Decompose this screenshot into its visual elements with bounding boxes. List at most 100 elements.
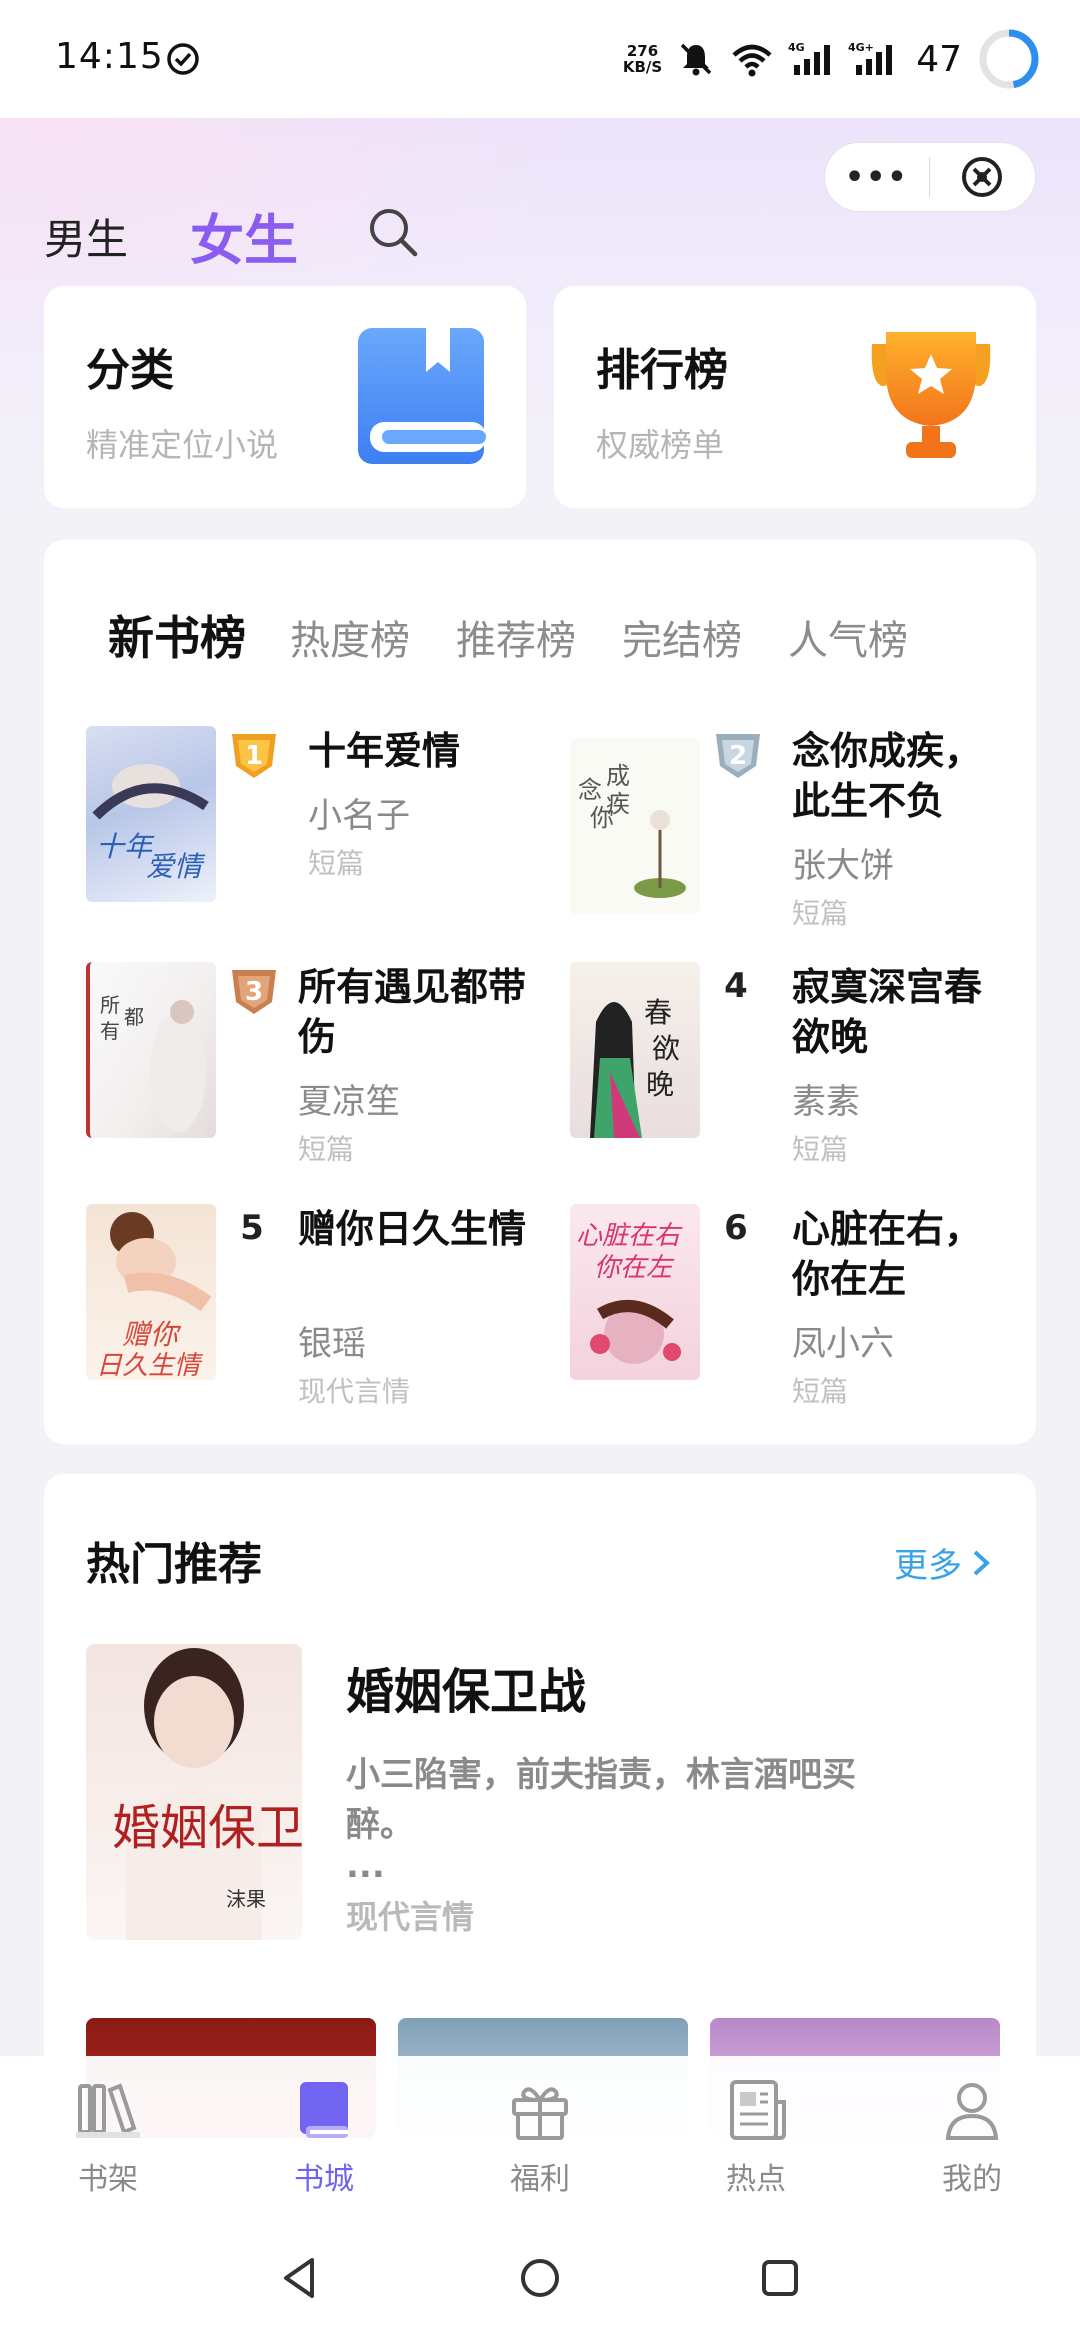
status-bar: 14:15 276 KB/S 4G 4G+ 47 [0,0,1080,118]
bookstore-icon [300,2082,348,2138]
chevron-right-icon [973,1550,990,1575]
back-icon[interactable] [276,2254,324,2302]
hot-book-title[interactable]: 婚姻保卫战 [346,1652,586,1722]
svg-text:所: 所 [100,993,120,1017]
book-cover: 所有都 [86,962,216,1138]
book-tag: 现代言情 [298,1375,411,1408]
more-label: 更多 [894,1546,962,1586]
search-icon[interactable] [365,204,421,260]
ranking-book-5[interactable]: 赠你 日久生情 5 赠你日久生情 银瑶 现代言情 [86,1204,546,1408]
ranking-book-3[interactable]: 所有都 3 所有遇见都带伤 夏凉笙 短篇 [86,962,546,1166]
news-icon [730,2080,786,2140]
book-author: 小名子 [308,796,410,836]
svg-text:心脏在右: 心脏在右 [576,1221,683,1251]
tab-female[interactable]: 女生 [190,196,298,275]
net-speed-value: 276 [626,42,659,60]
book-tag: 短篇 [308,847,365,880]
tab-completed[interactable]: 完结榜 [622,608,742,666]
ranking-book-1[interactable]: 十年 爱情 1 十年爱情 小名子 短篇 [86,726,546,926]
book-tag: 短篇 [792,1375,849,1408]
ranking-card[interactable]: 排行榜 权威榜单 [554,286,1036,508]
tab-male[interactable]: 男生 [44,206,128,267]
svg-text:成: 成 [606,762,630,790]
ranking-subtitle: 权威榜单 [596,426,725,464]
tab-new-books[interactable]: 新书榜 [108,602,246,668]
svg-text:爱情: 爱情 [146,850,206,883]
book-tag: 短篇 [298,1133,355,1166]
category-card[interactable]: 分类 精准定位小说 [44,286,526,508]
book-title: 十年爱情 [308,729,461,773]
svg-text:你在左: 你在左 [594,1253,675,1283]
book-title: 念你成疾，此生不负 [792,729,983,823]
recents-icon[interactable] [756,2254,804,2302]
tab-popular[interactable]: 人气榜 [788,608,908,666]
ranking-board: 新书榜 热度榜 推荐榜 完结榜 人气榜 十年 爱情 1 十年爱情 小名子 短篇 念… [44,540,1036,1444]
tab-recommend[interactable]: 推荐榜 [456,608,576,666]
battery-ring-icon [979,29,1039,89]
nav-label: 我的 [942,2162,1002,2197]
ranking-book-2[interactable]: 念成你疾 2 念你成疾，此生不负 张大饼 短篇 [570,726,1030,966]
trophy-icon [871,332,991,458]
svg-text:疾: 疾 [606,790,630,818]
nav-label: 书城 [294,2162,354,2197]
rank-gold-badge-icon: 1 [232,734,276,778]
book-author: 夏凉笙 [298,1082,400,1122]
book-cover: 十年 爱情 [86,726,216,902]
bookshelf-icon [76,2083,140,2138]
book-author: 银瑶 [298,1324,366,1364]
svg-text:2: 2 [729,741,747,771]
tab-hot[interactable]: 热度榜 [290,608,410,666]
ranking-title: 排行榜 [596,345,728,396]
net-speed-unit: KB/S [622,58,663,76]
signal-icon-2: 4G+ [848,41,893,75]
book-author: 素素 [792,1082,860,1122]
mute-bell-icon [680,43,712,76]
nav-welfare[interactable]: 福利 [460,2074,620,2198]
ranking-book-4[interactable]: 春欲晚 4 寂寞深宫春欲晚 素素 短篇 [570,962,1030,1166]
hot-book-cover[interactable]: 婚姻保卫战 沫果 [86,1644,302,1940]
book-tag: 短篇 [792,1133,849,1166]
cover-title-text: 婚姻保卫战 [112,1800,302,1856]
book-cover: 心脏在右 你在左 [570,1204,700,1380]
svg-text:念: 念 [578,776,602,804]
hot-book-desc: 小三陷害，前夫指责，林言酒吧买醉。 [346,1755,856,1845]
signal-icon: 4G [788,41,831,75]
mini-program-capsule: ••• [824,142,1036,212]
book-title: 寂寞深宫春欲晚 [792,965,983,1059]
svg-text:春: 春 [644,996,672,1029]
nav-bookstore[interactable]: 书城 [244,2074,404,2198]
check-circle-icon [167,43,199,75]
category-title: 分类 [86,345,174,396]
svg-text:4G+: 4G+ [848,41,874,54]
close-circle-icon[interactable] [930,154,1036,200]
hot-book-tag: 现代言情 [346,1898,475,1936]
book-author: 凤小六 [792,1324,894,1364]
section-title: 热门推荐 [86,1539,262,1590]
rank-number: 6 [724,1208,748,1248]
hot-book-ellipsis: ... [346,1846,385,1886]
svg-text:赠你: 赠你 [122,1318,182,1351]
book-cover: 赠你 日久生情 [86,1204,216,1380]
svg-text:欲: 欲 [652,1032,680,1065]
system-nav-bar [0,2216,1080,2340]
nav-hotspot[interactable]: 热点 [676,2074,836,2198]
home-icon[interactable] [516,2254,564,2302]
rank-bronze-badge-icon: 3 [232,970,276,1014]
book-cover: 春欲晚 [570,962,700,1138]
book-title: 赠你日久生情 [298,1207,527,1251]
more-dots-icon[interactable]: ••• [825,160,929,195]
nav-label: 热点 [726,2162,786,2197]
nav-bookshelf[interactable]: 书架 [28,2074,188,2198]
more-link[interactable]: 更多 [894,1538,992,1587]
nav-profile[interactable]: 我的 [892,2074,1052,2198]
svg-text:都: 都 [124,1005,144,1029]
status-icons: 276 KB/S 4G 4G+ 47 [623,18,1042,100]
rank-number: 5 [240,1208,264,1248]
status-time: 14:15 [55,36,164,77]
nav-label: 书架 [78,2162,138,2197]
book-tag: 短篇 [792,897,849,930]
book-title: 心脏在右，你在左 [792,1207,983,1301]
battery-level: 47 [916,38,962,80]
ranking-book-6[interactable]: 心脏在右 你在左 6 心脏在右，你在左 凤小六 短篇 [570,1204,1030,1408]
rank-number: 4 [724,966,748,1006]
